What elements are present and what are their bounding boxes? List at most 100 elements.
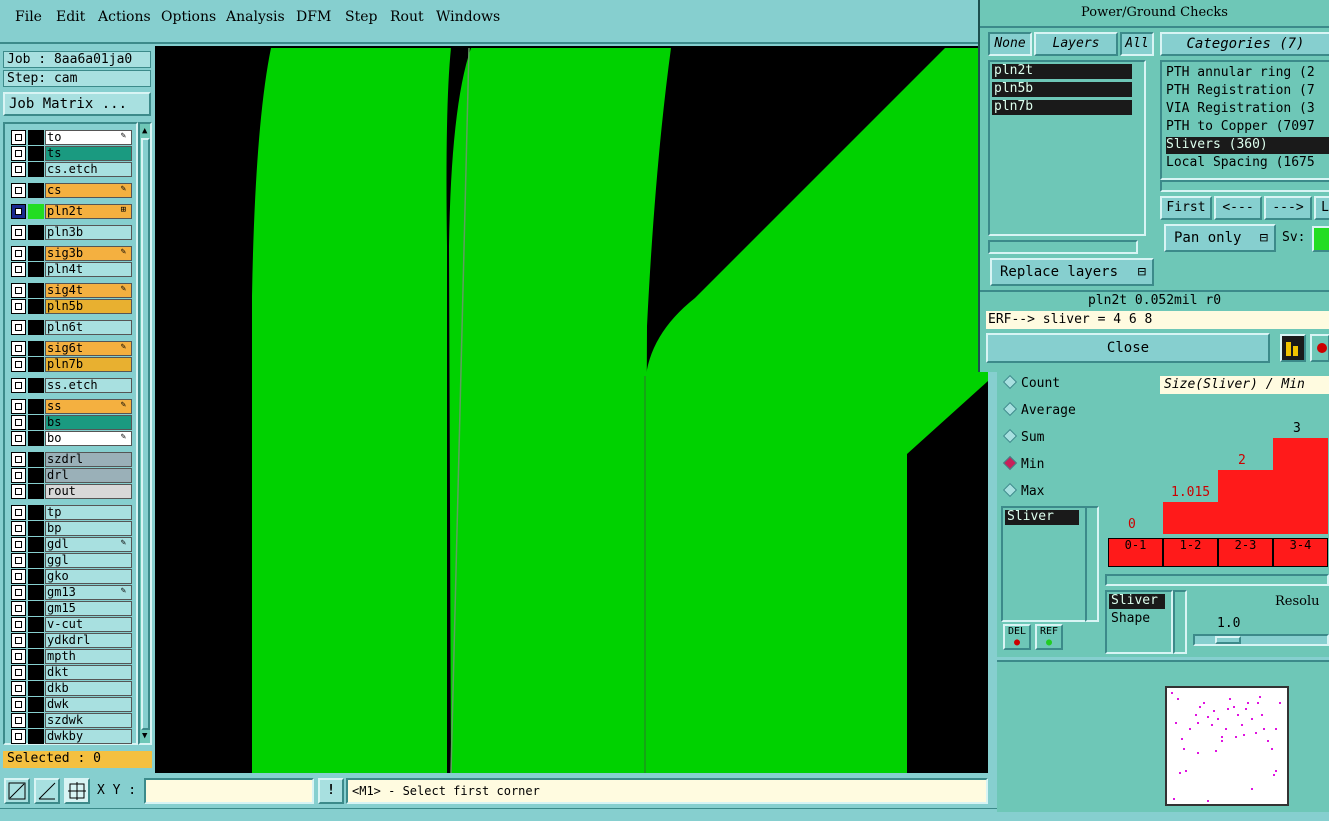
layer-affected-indicator[interactable]	[28, 130, 44, 145]
replace-layers-dropdown[interactable]: Replace layers ⊟	[990, 258, 1154, 286]
scrollbar-thumb[interactable]	[141, 138, 150, 730]
category-item[interactable]: Slivers (360)	[1166, 137, 1329, 154]
category-item[interactable]: PTH Registration (7	[1166, 83, 1315, 100]
category-item[interactable]: PTH annular ring (2	[1166, 65, 1315, 82]
resolution-slider[interactable]	[1193, 634, 1329, 646]
zoom-tool-button[interactable]	[4, 778, 30, 804]
layer-name[interactable]: ss	[45, 399, 132, 414]
layer-row[interactable]: dwkby	[11, 729, 132, 744]
layer-row[interactable]: drl	[11, 468, 132, 483]
layer-row[interactable]: rout	[11, 484, 132, 499]
menu-edit[interactable]: Edit	[56, 9, 85, 25]
layer-affected-indicator[interactable]	[28, 399, 44, 414]
layer-checkbox[interactable]	[11, 713, 26, 728]
category-item[interactable]: PTH to Copper (7097	[1166, 119, 1315, 136]
layer-checkbox[interactable]	[11, 569, 26, 584]
attribute-item[interactable]: Sliver	[1005, 510, 1079, 525]
layer-row[interactable]: pln6t	[11, 320, 132, 335]
warning-button[interactable]: !	[318, 778, 344, 804]
layer-affected-indicator[interactable]	[28, 246, 44, 261]
ref-button[interactable]: REF ●	[1035, 624, 1063, 650]
histogram-bin-label[interactable]: 0-1	[1108, 538, 1163, 567]
layer-name[interactable]: gm15	[45, 601, 132, 616]
layer-name[interactable]: v-cut	[45, 617, 132, 632]
layer-name[interactable]: cs.etch	[45, 162, 132, 177]
layer-row[interactable]: szdrl	[11, 452, 132, 467]
graphics-canvas[interactable]	[155, 46, 988, 773]
layer-affected-indicator[interactable]	[28, 225, 44, 240]
shape-scrollbar[interactable]	[1173, 590, 1187, 654]
pg-layer-item[interactable]: pln5b	[992, 82, 1132, 97]
categories-hscroll[interactable]	[1160, 180, 1329, 192]
layer-row[interactable]: sig4t ✎	[11, 283, 132, 298]
grid-snap-button[interactable]	[64, 778, 90, 804]
layer-affected-indicator[interactable]	[28, 521, 44, 536]
layer-checkbox[interactable]	[11, 246, 26, 261]
attribute-scrollbar[interactable]	[1085, 506, 1099, 622]
pg-layer-item[interactable]: pln7b	[992, 100, 1132, 115]
layer-name[interactable]: szdwk	[45, 713, 132, 728]
layer-name[interactable]: bp	[45, 521, 132, 536]
histogram-hscroll[interactable]	[1105, 574, 1329, 586]
layer-affected-indicator[interactable]	[28, 601, 44, 616]
layer-row[interactable]: szdwk	[11, 713, 132, 728]
layer-affected-indicator[interactable]	[28, 204, 44, 219]
layer-checkbox[interactable]	[11, 729, 26, 744]
pg-layer-list[interactable]: pln2t pln5b pln7b	[988, 60, 1146, 236]
layer-checkbox[interactable]	[11, 262, 26, 277]
pg-layer-item[interactable]: pln2t	[992, 64, 1132, 79]
pg-layer-hscroll[interactable]	[988, 240, 1138, 254]
last-button[interactable]: La	[1314, 196, 1329, 220]
layer-checkbox[interactable]	[11, 452, 26, 467]
layer-row[interactable]: ydkdrl	[11, 633, 132, 648]
layer-name[interactable]: dkt	[45, 665, 132, 680]
layer-checkbox[interactable]	[11, 617, 26, 632]
layer-row[interactable]: pln7b	[11, 357, 132, 372]
layer-checkbox[interactable]	[11, 468, 26, 483]
layer-affected-indicator[interactable]	[28, 183, 44, 198]
layer-checkbox[interactable]	[11, 585, 26, 600]
layer-name[interactable]: tp	[45, 505, 132, 520]
category-item[interactable]: VIA Registration (3	[1166, 101, 1315, 118]
layer-name[interactable]: ss.etch	[45, 378, 132, 393]
shape-list[interactable]: Sliver Shape	[1105, 590, 1173, 654]
layer-row[interactable]: to ✎	[11, 130, 132, 145]
layer-name[interactable]: dwkby	[45, 729, 132, 744]
layer-affected-indicator[interactable]	[28, 617, 44, 632]
layer-affected-indicator[interactable]	[28, 649, 44, 664]
layer-row[interactable]: pln3b	[11, 225, 132, 240]
layer-row[interactable]: mpth	[11, 649, 132, 664]
slider-thumb[interactable]	[1215, 636, 1241, 644]
layer-affected-indicator[interactable]	[28, 537, 44, 552]
layer-name[interactable]: pln2t	[45, 204, 132, 219]
layer-row[interactable]: v-cut	[11, 617, 132, 632]
histogram-bin-label[interactable]: 1-2	[1163, 538, 1218, 567]
record-button[interactable]	[1310, 334, 1329, 362]
layer-row[interactable]: ggl	[11, 553, 132, 568]
all-button[interactable]: All	[1120, 32, 1154, 56]
layer-name[interactable]: szdrl	[45, 452, 132, 467]
layer-name[interactable]: drl	[45, 468, 132, 483]
layer-affected-indicator[interactable]	[28, 283, 44, 298]
layer-row[interactable]: ts	[11, 146, 132, 161]
layer-checkbox[interactable]	[11, 553, 26, 568]
prev-button[interactable]: <---	[1214, 196, 1262, 220]
layer-name[interactable]: mpth	[45, 649, 132, 664]
layer-affected-indicator[interactable]	[28, 357, 44, 372]
layer-checkbox[interactable]	[11, 399, 26, 414]
layer-name[interactable]: ggl	[45, 553, 132, 568]
layer-row[interactable]: cs ✎	[11, 183, 132, 198]
layer-affected-indicator[interactable]	[28, 146, 44, 161]
layer-affected-indicator[interactable]	[28, 415, 44, 430]
layer-checkbox[interactable]	[11, 431, 26, 446]
categories-list[interactable]: PTH annular ring (2 PTH Registration (7 VI…	[1160, 60, 1329, 180]
layer-checkbox[interactable]	[11, 204, 26, 219]
radio-count[interactable]: Count	[1002, 374, 1060, 391]
close-button[interactable]: Close	[986, 333, 1270, 363]
del-button[interactable]: DEL ●	[1003, 624, 1031, 650]
layer-checkbox[interactable]	[11, 162, 26, 177]
layer-row[interactable]: pln4t	[11, 262, 132, 277]
shape-item[interactable]: Shape	[1109, 612, 1165, 627]
job-matrix-button[interactable]: Job Matrix ...	[3, 92, 151, 116]
layer-checkbox[interactable]	[11, 357, 26, 372]
